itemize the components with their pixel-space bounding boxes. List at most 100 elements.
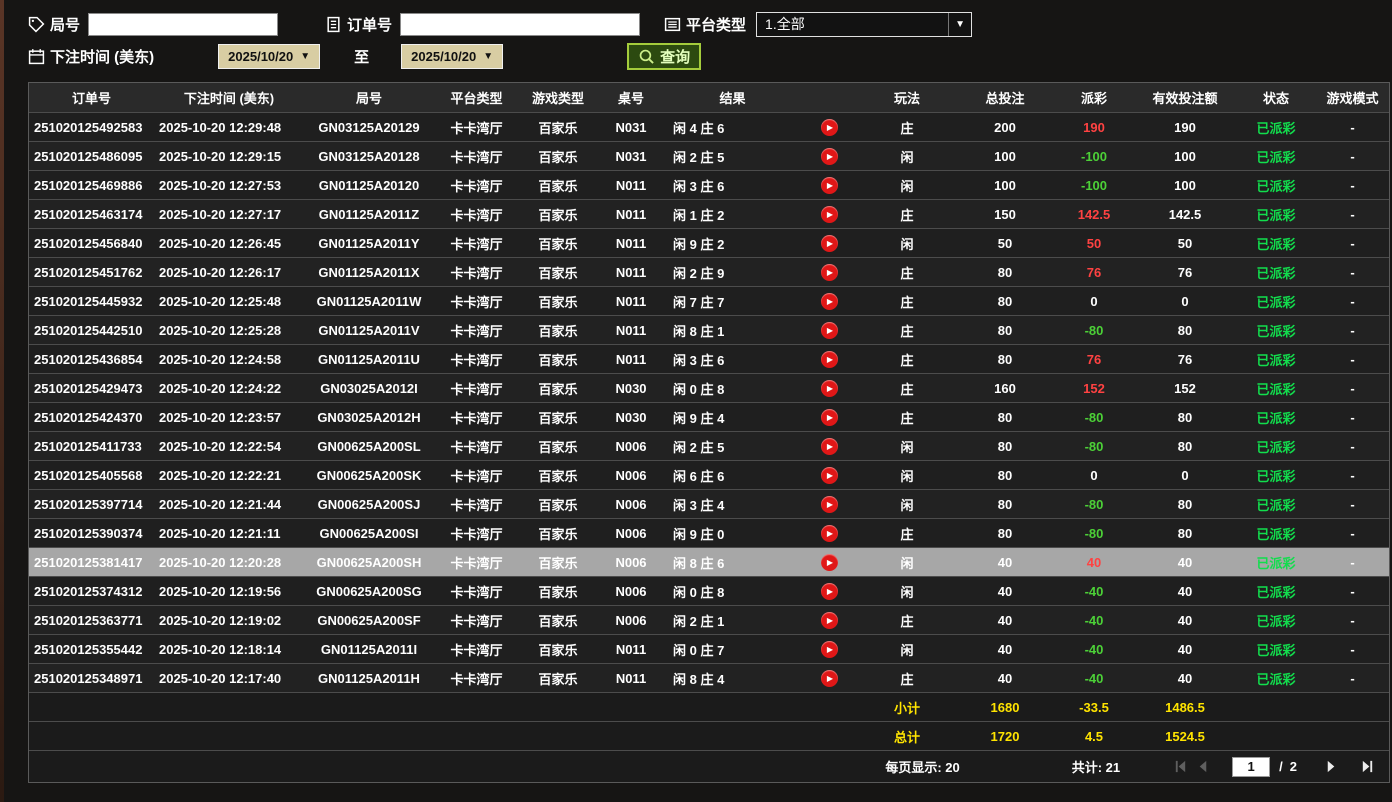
cell-play-method: 庄 <box>900 323 914 339</box>
cell-valid-bet: 152 <box>1174 380 1196 396</box>
date-to-picker[interactable]: 2025/10/20 ▼ <box>401 43 504 69</box>
table-row[interactable]: 251020125363771 2025-10-20 12:19:02 GN00… <box>29 606 1389 635</box>
platform-type-value: 1.全部 <box>765 16 805 32</box>
cell-round-id: GN00625A200SG <box>316 583 422 599</box>
cell-game-mode: - <box>1350 380 1355 396</box>
replay-play-icon[interactable]: ▶ <box>820 612 838 630</box>
replay-play-icon[interactable]: ▶ <box>820 467 838 485</box>
cell-result: 闲 9 庄 4 <box>673 410 725 426</box>
replay-play-icon[interactable]: ▶ <box>820 177 838 195</box>
table-row[interactable]: 251020125405568 2025-10-20 12:22:21 GN00… <box>29 461 1389 490</box>
cell-valid-bet: 50 <box>1177 235 1193 251</box>
table-row[interactable]: 251020125486095 2025-10-20 12:29:15 GN03… <box>29 142 1389 171</box>
cell-bet-time: 2025-10-20 12:26:45 <box>159 235 282 251</box>
table-row[interactable]: 251020125463174 2025-10-20 12:27:17 GN01… <box>29 200 1389 229</box>
replay-play-icon[interactable]: ▶ <box>820 206 838 224</box>
table-row[interactable]: 251020125492583 2025-10-20 12:29:48 GN03… <box>29 113 1389 142</box>
table-row[interactable]: 251020125436854 2025-10-20 12:24:58 GN01… <box>29 345 1389 374</box>
cell-play-method: 闲 <box>900 642 914 658</box>
cell-bet-time: 2025-10-20 12:18:14 <box>159 641 282 657</box>
replay-play-icon[interactable]: ▶ <box>820 641 838 659</box>
replay-play-icon[interactable]: ▶ <box>820 293 838 311</box>
cell-platform: 卡卡湾厅 <box>450 439 503 455</box>
table-row[interactable]: 251020125456840 2025-10-20 12:26:45 GN01… <box>29 229 1389 258</box>
replay-play-icon[interactable]: ▶ <box>820 148 838 166</box>
cell-game-mode: - <box>1350 438 1355 454</box>
cell-platform: 卡卡湾厅 <box>450 149 503 165</box>
cell-play-method: 闲 <box>900 555 914 571</box>
platform-type-select[interactable]: 1.全部 ▼ <box>756 11 973 37</box>
replay-play-icon[interactable]: ▶ <box>820 119 838 137</box>
cell-result: 闲 2 庄 5 <box>673 439 725 455</box>
replay-play-icon[interactable]: ▶ <box>820 583 838 601</box>
cell-game-mode: - <box>1350 322 1355 338</box>
cell-total-bet: 40 <box>997 612 1013 628</box>
cell-payout: -80 <box>1084 409 1104 425</box>
cell-platform: 卡卡湾厅 <box>450 410 503 426</box>
cell-result: 闲 2 庄 5 <box>673 149 725 165</box>
table-row[interactable]: 251020125429473 2025-10-20 12:24:22 GN03… <box>29 374 1389 403</box>
replay-play-icon[interactable]: ▶ <box>820 322 838 340</box>
cell-replay: ▶ <box>800 263 858 282</box>
cell-payout: -80 <box>1084 322 1104 338</box>
query-button[interactable]: 查询 <box>627 42 702 70</box>
cell-total-bet: 40 <box>997 583 1013 599</box>
cell-round-id: GN01125A2011V <box>318 322 420 338</box>
table-row[interactable]: 251020125411733 2025-10-20 12:22:54 GN00… <box>29 432 1389 461</box>
cell-platform: 卡卡湾厅 <box>450 497 503 513</box>
table-row[interactable]: 251020125355442 2025-10-20 12:18:14 GN01… <box>29 635 1389 664</box>
order-id-input[interactable] <box>400 12 641 36</box>
cell-result: 闲 2 庄 9 <box>673 265 725 281</box>
round-id-input[interactable] <box>88 12 279 36</box>
replay-play-icon[interactable]: ▶ <box>820 351 838 369</box>
table-row[interactable]: 251020125469886 2025-10-20 12:27:53 GN01… <box>29 171 1389 200</box>
last-page-icon[interactable] <box>1359 759 1375 775</box>
replay-play-icon[interactable]: ▶ <box>820 409 838 427</box>
table-row[interactable]: 251020125397714 2025-10-20 12:21:44 GN00… <box>29 490 1389 519</box>
table-row[interactable]: 251020125390374 2025-10-20 12:21:11 GN00… <box>29 519 1389 548</box>
cell-game-mode: - <box>1350 641 1355 657</box>
cell-order-id: 251020125348971 <box>34 670 143 686</box>
cell-play-method: 庄 <box>900 265 914 281</box>
next-page-icon[interactable] <box>1323 759 1339 775</box>
table-row[interactable]: 251020125381417 2025-10-20 12:20:28 GN00… <box>29 548 1389 577</box>
replay-play-icon[interactable]: ▶ <box>820 235 838 253</box>
cell-status: 已派彩 <box>1256 294 1296 310</box>
date-from-picker[interactable]: 2025/10/20 ▼ <box>218 43 321 69</box>
cell-game-type: 百家乐 <box>538 323 578 339</box>
replay-play-icon[interactable]: ▶ <box>820 525 838 543</box>
cell-table-no: N006 <box>615 583 647 599</box>
table-row[interactable]: 251020125424370 2025-10-20 12:23:57 GN03… <box>29 403 1389 432</box>
cell-table-no: N011 <box>615 177 647 193</box>
document-icon <box>327 16 340 32</box>
first-page-icon[interactable] <box>1172 759 1188 775</box>
cell-total-bet: 80 <box>997 351 1013 367</box>
cell-status: 已派彩 <box>1256 207 1296 223</box>
cell-status: 已派彩 <box>1256 120 1296 136</box>
page-number-input[interactable] <box>1232 756 1271 777</box>
cell-status: 已派彩 <box>1256 497 1296 513</box>
column-header-result: 结果 <box>719 91 746 106</box>
replay-play-icon[interactable]: ▶ <box>820 554 838 572</box>
table-body: 251020125492583 2025-10-20 12:29:48 GN03… <box>29 113 1389 693</box>
list-icon <box>664 17 681 31</box>
cell-total-bet: 160 <box>994 380 1016 396</box>
cell-platform: 卡卡湾厅 <box>450 555 503 571</box>
replay-play-icon[interactable]: ▶ <box>820 264 838 282</box>
cell-play-method: 闲 <box>900 468 914 484</box>
column-header-total-bet: 总投注 <box>985 91 1025 106</box>
prev-page-icon[interactable] <box>1194 759 1210 775</box>
replay-play-icon[interactable]: ▶ <box>820 670 838 688</box>
cell-game-type: 百家乐 <box>538 642 578 658</box>
table-row[interactable]: 251020125445932 2025-10-20 12:25:48 GN01… <box>29 287 1389 316</box>
table-row[interactable]: 251020125442510 2025-10-20 12:25:28 GN01… <box>29 316 1389 345</box>
table-row[interactable]: 251020125451762 2025-10-20 12:26:17 GN01… <box>29 258 1389 287</box>
cell-table-no: N030 <box>615 380 647 396</box>
replay-play-icon[interactable]: ▶ <box>820 438 838 456</box>
date-from-value: 2025/10/20 <box>228 48 294 64</box>
replay-play-icon[interactable]: ▶ <box>820 380 838 398</box>
replay-play-icon[interactable]: ▶ <box>820 496 838 514</box>
cell-result: 闲 8 庄 1 <box>673 323 725 339</box>
table-row[interactable]: 251020125348971 2025-10-20 12:17:40 GN01… <box>29 664 1389 693</box>
table-row[interactable]: 251020125374312 2025-10-20 12:19:56 GN00… <box>29 577 1389 606</box>
